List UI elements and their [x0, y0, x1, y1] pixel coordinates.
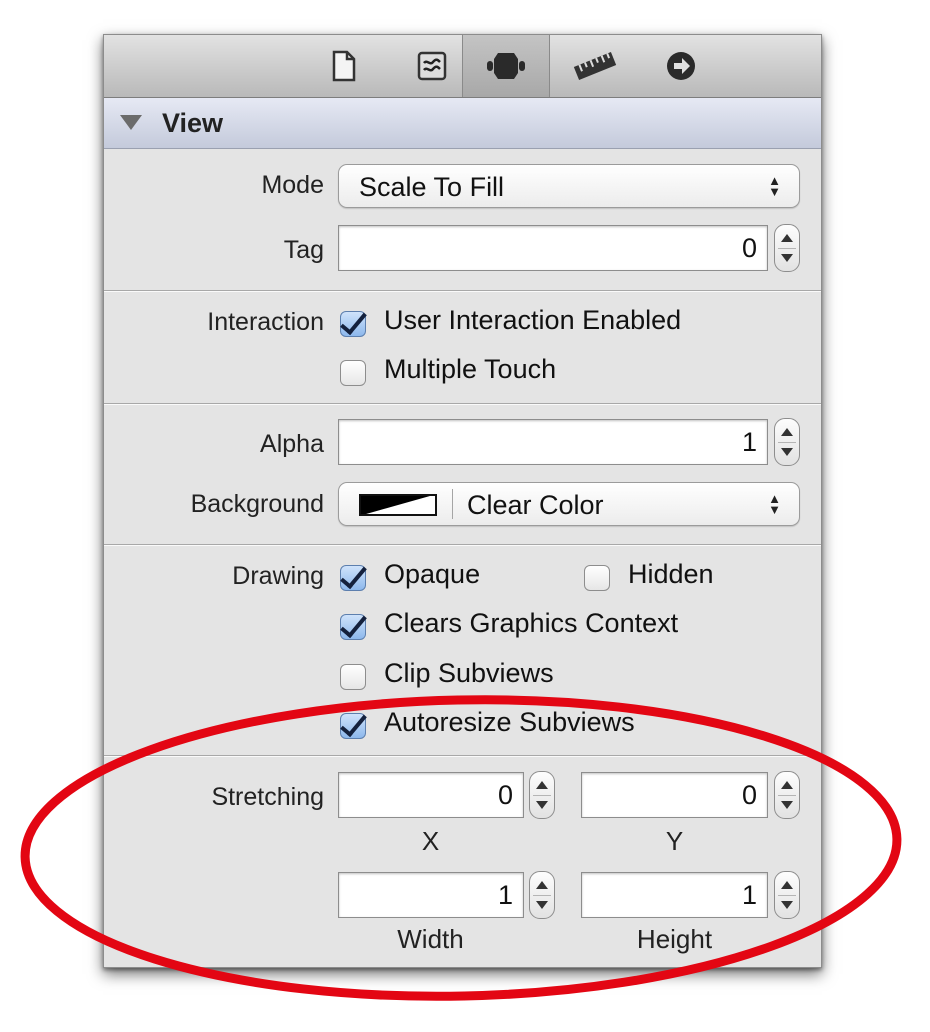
popup-separator: [452, 489, 453, 519]
size-ruler-icon: [573, 52, 617, 80]
quick-help-icon: [417, 51, 447, 81]
autoresize-subviews-label: Autoresize Subviews: [384, 707, 635, 737]
disclosure-triangle-icon[interactable]: [120, 115, 142, 130]
opaque-checkbox[interactable]: [340, 565, 366, 591]
hidden-label: Hidden: [628, 559, 714, 589]
clears-graphics-context-checkbox[interactable]: [340, 614, 366, 640]
alpha-label: Alpha: [260, 430, 324, 458]
stretching-x-value: 0: [497, 780, 513, 810]
stretching-width-stepper[interactable]: [529, 871, 555, 919]
interaction-label: Interaction: [207, 308, 324, 336]
stretching-height-field[interactable]: 1: [581, 872, 768, 918]
stretching-height-stepper[interactable]: [774, 871, 800, 919]
multiple-touch-checkbox[interactable]: [340, 360, 366, 386]
background-color-popup[interactable]: Clear Color ▲ ▼: [338, 482, 800, 526]
mode-value: Scale To Fill: [359, 172, 505, 202]
tag-label: Tag: [283, 236, 324, 264]
popup-arrows-icon: ▲ ▼: [768, 491, 781, 517]
divider: [104, 544, 821, 546]
file-inspector-tab[interactable]: [300, 35, 388, 97]
connections-inspector-tab[interactable]: [637, 35, 725, 97]
section-title: View: [162, 108, 224, 138]
stretching-width-field[interactable]: 1: [338, 872, 524, 918]
user-interaction-label: User Interaction Enabled: [384, 305, 682, 335]
attributes-icon: [487, 53, 525, 79]
attributes-inspector-tab[interactable]: [462, 35, 550, 97]
tag-field[interactable]: 0: [338, 225, 768, 271]
clears-graphics-context-label: Clears Graphics Context: [384, 608, 679, 638]
stretching-y-caption: Y: [665, 826, 684, 856]
clear-color-swatch: [359, 494, 437, 516]
stretching-height-caption: Height: [636, 924, 713, 954]
clip-subviews-label: Clip Subviews: [384, 658, 554, 688]
stretching-height-value: 1: [741, 880, 757, 910]
stretching-width-value: 1: [497, 880, 513, 910]
opaque-label: Opaque: [384, 559, 481, 589]
stretching-x-stepper[interactable]: [529, 771, 555, 819]
user-interaction-checkbox[interactable]: [340, 311, 366, 337]
drawing-label: Drawing: [232, 562, 324, 590]
mode-popup[interactable]: Scale To Fill ▲ ▼: [338, 164, 800, 208]
mode-label: Mode: [261, 171, 324, 199]
stretching-x-field[interactable]: 0: [338, 772, 524, 818]
alpha-stepper[interactable]: [774, 418, 800, 466]
tag-stepper[interactable]: [774, 224, 800, 272]
attributes-inspector-panel: View Mode Scale To Fill ▲ ▼ Tag 0 Interac…: [103, 34, 822, 968]
alpha-field[interactable]: 1: [338, 419, 768, 465]
alpha-value: 1: [741, 427, 757, 457]
stretching-y-stepper[interactable]: [774, 771, 800, 819]
divider: [104, 290, 821, 292]
multiple-touch-label: Multiple Touch: [384, 354, 557, 384]
clip-subviews-checkbox[interactable]: [340, 664, 366, 690]
file-icon: [332, 50, 356, 82]
stretching-label: Stretching: [211, 783, 324, 811]
connections-arrow-icon: [667, 52, 695, 80]
stretching-y-value: 0: [741, 780, 757, 810]
tag-value: 0: [741, 233, 757, 263]
view-section-header[interactable]: View: [104, 98, 821, 149]
stretching-x-caption: X: [421, 826, 440, 856]
hidden-checkbox[interactable]: [584, 565, 610, 591]
divider: [104, 403, 821, 405]
stretching-y-field[interactable]: 0: [581, 772, 768, 818]
popup-arrows-icon: ▲ ▼: [768, 173, 781, 199]
stretching-width-caption: Width: [397, 924, 464, 954]
background-value: Clear Color: [467, 490, 604, 520]
divider: [104, 755, 821, 757]
inspector-toolbar: [104, 35, 821, 98]
size-inspector-tab[interactable]: [551, 35, 639, 97]
background-label: Background: [190, 490, 324, 518]
autoresize-subviews-checkbox[interactable]: [340, 713, 366, 739]
